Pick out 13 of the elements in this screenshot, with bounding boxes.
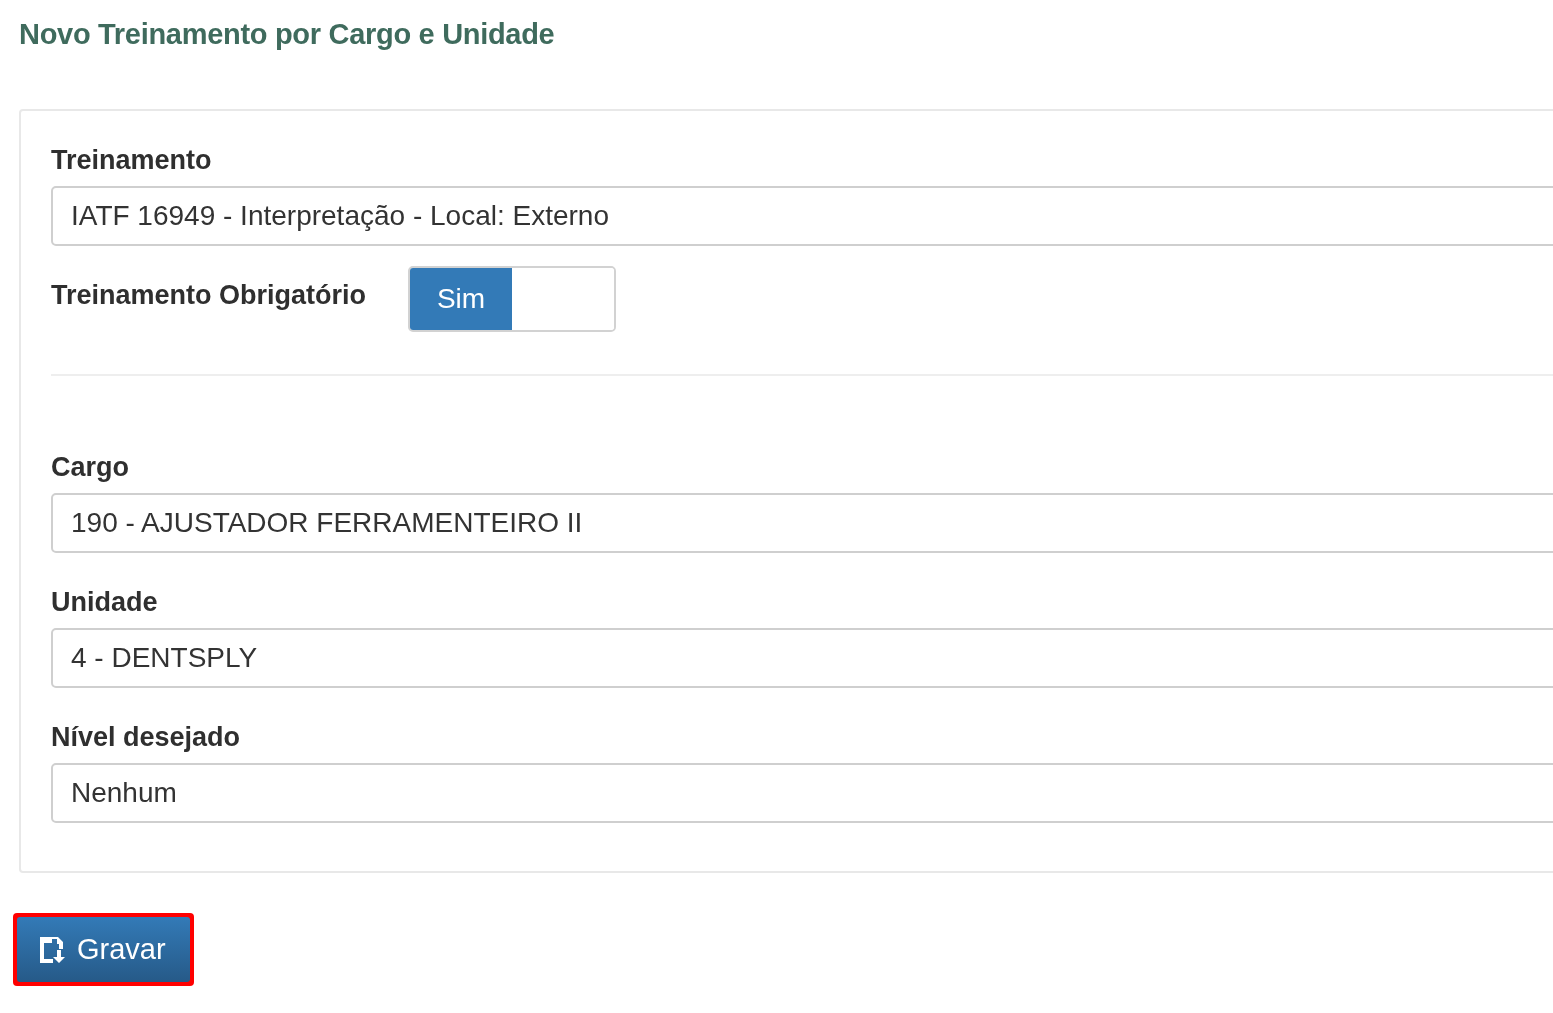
field-label: Unidade bbox=[51, 587, 159, 618]
select-field[interactable]: 190 - AJUSTADOR FERRAMENTEIRO II bbox=[51, 493, 1553, 553]
page-title: Novo Treinamento por Cargo e Unidade bbox=[19, 17, 556, 51]
toggle-label: Treinamento Obrigatório bbox=[51, 280, 367, 311]
field-label: Cargo bbox=[51, 452, 130, 483]
save-button[interactable]: Gravar bbox=[17, 917, 190, 982]
field-label: Nível desejado bbox=[51, 722, 242, 753]
toggle-on-label: Sim bbox=[410, 268, 513, 330]
training-field[interactable]: IATF 16949 - Interpretação - Local: Externo bbox=[51, 186, 1553, 246]
select-field[interactable]: Nenhum bbox=[51, 763, 1553, 823]
mandatory-toggle[interactable]: Sim bbox=[408, 266, 617, 332]
select-field[interactable]: 4 - DENTSPLY bbox=[51, 628, 1553, 688]
field-label: Treinamento bbox=[51, 145, 213, 176]
